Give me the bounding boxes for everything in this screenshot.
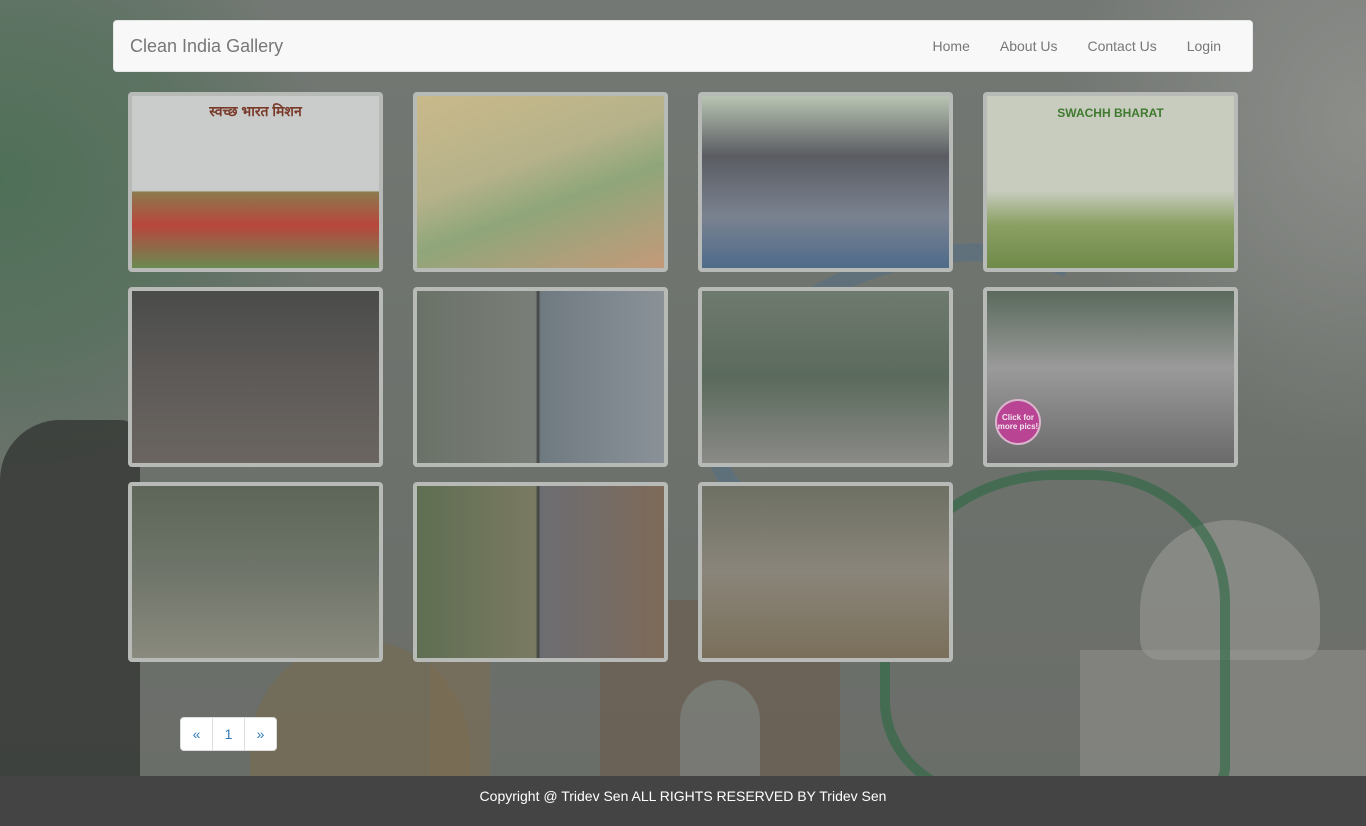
thumbnail-image [417,486,664,658]
gallery-thumbnail[interactable] [413,482,668,662]
brand-link[interactable]: Clean India Gallery [130,21,283,71]
nav-about-us[interactable]: About Us [985,21,1073,71]
background-silhouette [0,420,140,780]
gallery-thumbnail[interactable]: SWACHH BHARAT [983,92,1238,272]
nav-login[interactable]: Login [1172,21,1236,71]
thumbnail-image [702,486,949,658]
thumbnail-image [132,291,379,463]
thumbnail-caption: स्वच्छ भारत मिशन [209,103,302,119]
thumbnail-caption: SWACHH BHARAT [1057,106,1164,120]
more-pics-badge[interactable]: Click for more pics! [995,399,1041,445]
thumbnail-image [132,96,379,268]
copyright-text: Copyright @ Tridev Sen ALL RIGHTS RESERV… [479,788,887,804]
gallery-thumbnail[interactable]: Click for more pics! [983,287,1238,467]
thumbnail-image [132,486,379,658]
thumbnail-image [417,291,664,463]
pagination-page-1[interactable]: 1 [212,717,245,751]
nav-menu: Home About Us Contact Us Login [918,21,1236,71]
navbar: Clean India Gallery Home About Us Contac… [113,20,1253,72]
gallery-thumbnail[interactable] [698,92,953,272]
gallery-thumbnail[interactable] [128,482,383,662]
pagination-prev[interactable]: « [180,717,213,751]
gallery-thumbnail[interactable] [128,287,383,467]
thumbnail-image [987,96,1234,268]
background-arch-opening [680,680,760,790]
thumbnail-image [702,96,949,268]
pagination-next[interactable]: » [244,717,277,751]
gallery-thumbnail[interactable] [698,482,953,662]
gallery-thumbnail[interactable]: स्वच्छ भारत मिशन [128,92,383,272]
footer: Copyright @ Tridev Sen ALL RIGHTS RESERV… [0,776,1366,826]
thumbnail-image [702,291,949,463]
gallery-thumbnail[interactable] [413,287,668,467]
gallery-thumbnail[interactable] [413,92,668,272]
pagination: « 1 » [180,717,277,751]
thumbnail-image [417,96,664,268]
nav-contact-us[interactable]: Contact Us [1072,21,1171,71]
nav-home[interactable]: Home [918,21,985,71]
gallery-thumbnail[interactable] [698,287,953,467]
